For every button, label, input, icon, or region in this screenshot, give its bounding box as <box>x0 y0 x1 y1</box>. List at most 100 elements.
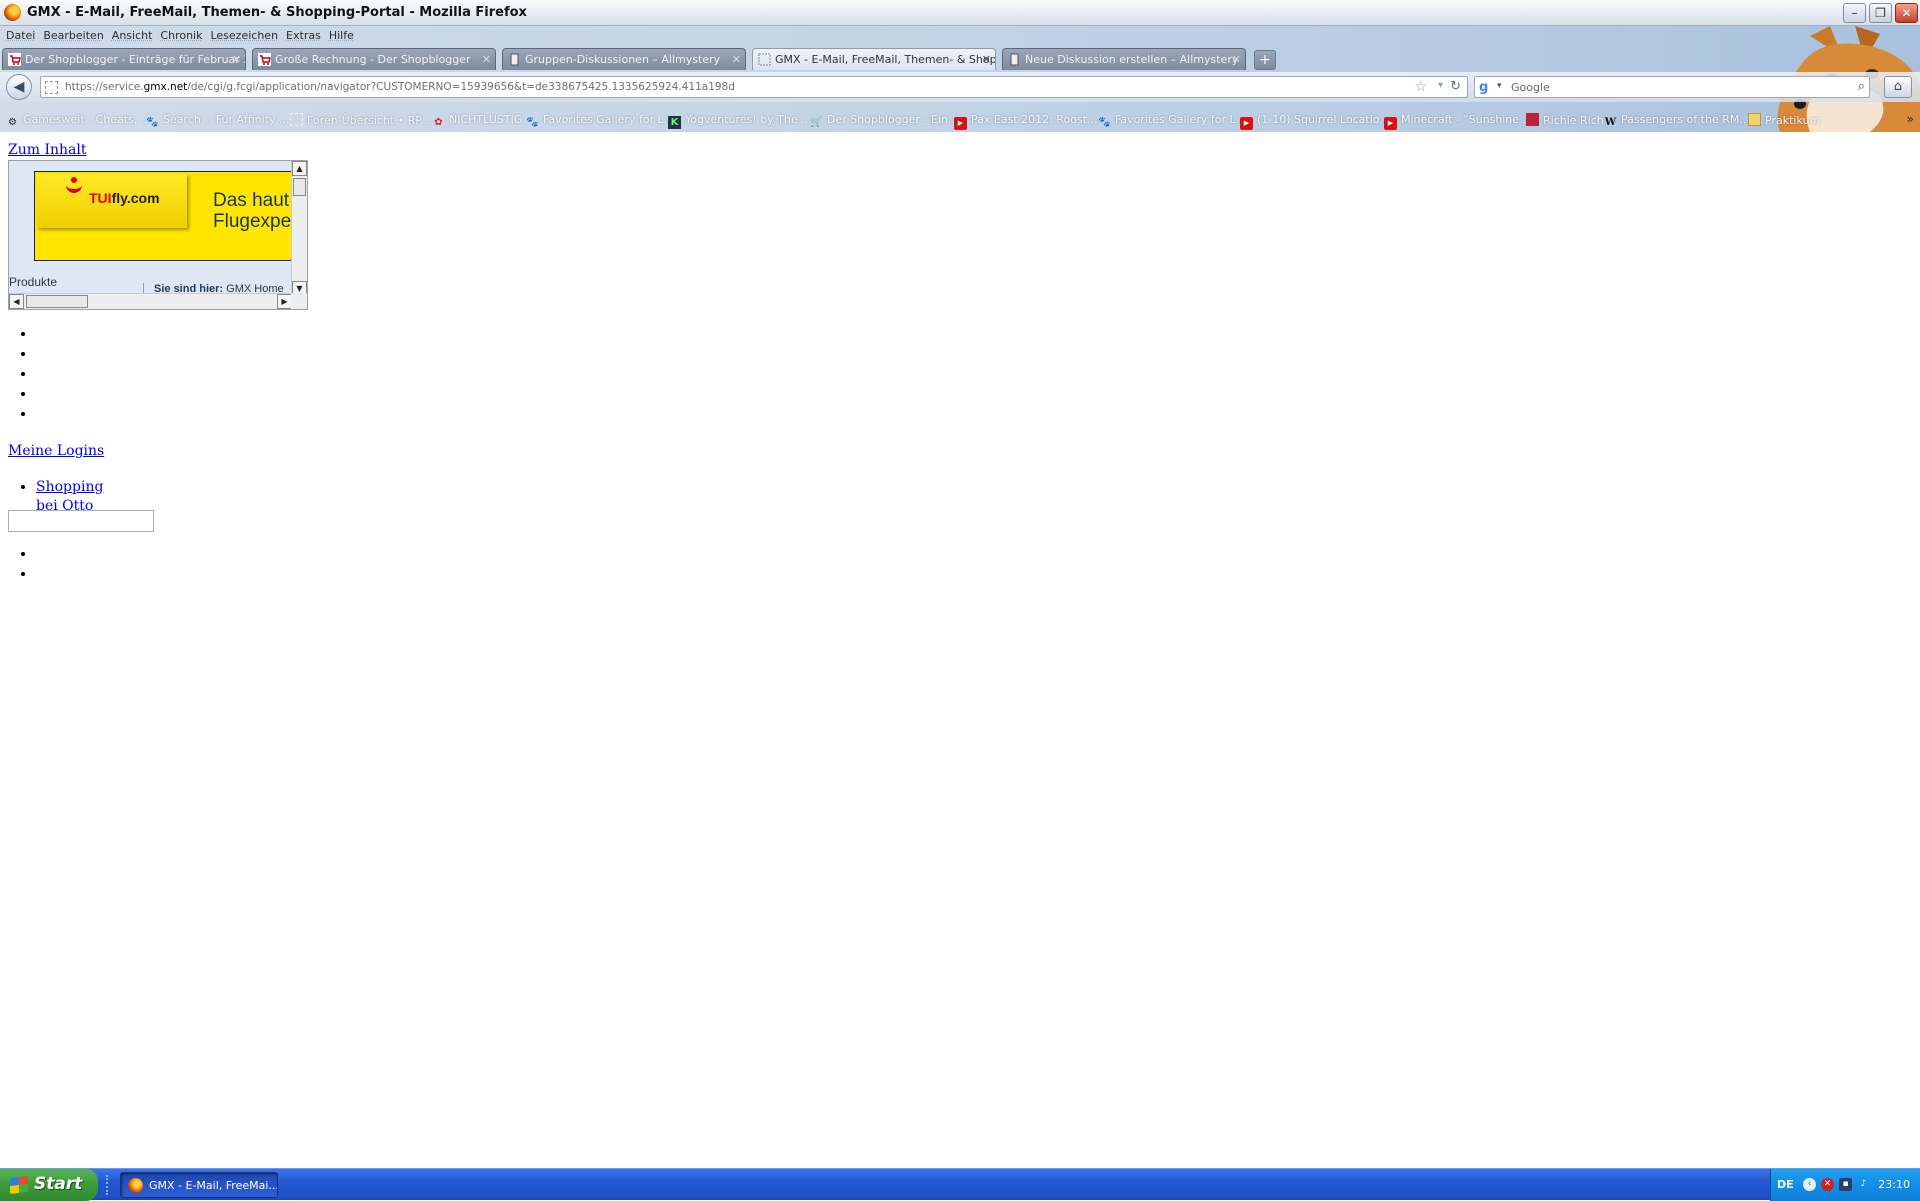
bookmark-pax-east[interactable]: ▶ Pax East 2012: Roost... <box>954 113 1097 130</box>
network-icon[interactable]: ▪ <box>1839 1178 1852 1191</box>
bookmark-favorites-gallery-1[interactable]: 🐾 Favorites Gallery for L... <box>526 113 674 129</box>
folder-icon <box>1748 113 1761 126</box>
tab-close-icon[interactable]: ✕ <box>482 53 491 66</box>
bookmark-folder-praktikum[interactable]: Praktikum <box>1748 113 1820 127</box>
page-icon <box>510 53 519 66</box>
youtube-icon: ▶ <box>1384 117 1397 130</box>
tray-arrow-icon[interactable]: ‹ <box>1803 1178 1816 1191</box>
shopping-list: Shopping bei Otto <box>8 478 116 510</box>
bookmark-fur-affinity[interactable]: 🐾 Search -- Fur Affinity ... <box>146 113 289 129</box>
wikipedia-icon: W <box>1604 117 1617 128</box>
scroll-right-icon[interactable]: ▶ <box>277 294 292 309</box>
page-icon <box>1010 53 1019 66</box>
paw-icon: 🐾 <box>1098 117 1111 128</box>
tuifly-brand: TUIfly.com <box>89 190 160 206</box>
bookmark-nichtlustig[interactable]: ✿ NICHTLUSTIG <box>432 113 522 129</box>
search-bar[interactable]: g ▾ Google ⌕ <box>1474 76 1870 98</box>
page-icon <box>290 113 303 126</box>
minimize-button[interactable]: – <box>1843 3 1866 23</box>
tab-close-icon[interactable]: ✕ <box>1232 53 1241 66</box>
start-button[interactable]: Start <box>0 1169 98 1201</box>
bookmark-passengers[interactable]: W Passengers of the RM... <box>1604 113 1750 129</box>
tab-label: Große Rechnung - Der Shopblogger <box>275 53 471 66</box>
menu-bar: Datei Bearbeiten Ansicht Chronik Lesezei… <box>0 26 1920 46</box>
firefox-icon <box>4 4 21 21</box>
bookmark-gamesweit[interactable]: ⚙ Gamesweit - Cheats, ... <box>6 113 151 129</box>
language-indicator[interactable]: DE <box>1777 1178 1794 1191</box>
bookmark-star-icon[interactable]: ☆ <box>1414 79 1427 95</box>
tab-gruppen-diskussionen[interactable]: Gruppen-Diskussionen – Allmystery ✕ <box>502 48 746 70</box>
site-identity-icon[interactable] <box>45 81 58 94</box>
skip-to-content-link[interactable]: Zum Inhalt <box>8 142 86 158</box>
window-controls: – ❐ ✕ <box>1843 3 1918 23</box>
bookmark-foren-uebersicht[interactable]: Foren-Übersicht • RP... <box>290 113 431 127</box>
vertical-scrollbar[interactable]: ▲ ▼ <box>291 161 307 296</box>
empty-nav-list <box>8 326 36 426</box>
url-dropdown-icon[interactable]: ▾ <box>1438 80 1443 91</box>
new-tab-button[interactable]: + <box>1254 50 1276 70</box>
horizontal-scrollbar[interactable]: ◀ ▶ <box>9 293 292 309</box>
menu-hilfe[interactable]: Hilfe <box>327 26 360 46</box>
tab-shopblogger-februar[interactable]: Der Shopblogger - Einträge für Februar 2… <box>2 48 246 70</box>
bookmarks-toolbar: ⚙ Gamesweit - Cheats, ... 🐾 Search -- Fur … <box>0 110 1920 130</box>
url-bar[interactable]: https://service.gmx.net/de/cgi/g.fcgi/ap… <box>40 76 1468 98</box>
menu-extras[interactable]: Extras <box>284 26 327 46</box>
kickstarter-icon: K <box>668 116 681 129</box>
taskbar-item-firefox[interactable]: GMX - E-Mail, FreeMai... <box>120 1172 278 1198</box>
restore-button[interactable]: ❐ <box>1869 3 1892 23</box>
produkte-label: Produkte <box>9 275 58 289</box>
tuifly-ad-banner[interactable]: TUIfly.com Das haut Flugexpe <box>34 171 292 261</box>
windows-logo-icon <box>10 1176 28 1194</box>
tab-grosse-rechnung[interactable]: Große Rechnung - Der Shopblogger ✕ <box>252 48 496 70</box>
menu-datei[interactable]: Datei <box>4 26 41 46</box>
bookmark-favorites-gallery-2[interactable]: 🐾 Favorites Gallery for L... <box>1098 113 1246 129</box>
page-content: Zum Inhalt TUIfly.com Das haut Flugexpe P… <box>0 132 1920 1162</box>
taskbar-grip[interactable] <box>106 1175 110 1195</box>
search-placeholder: Google <box>1511 81 1550 94</box>
url-text[interactable]: https://service.gmx.net/de/cgi/g.fcgi/ap… <box>65 81 735 93</box>
tab-close-icon[interactable]: ✕ <box>982 53 991 66</box>
bookmark-richie-rich[interactable]: Richie Rich <box>1526 113 1604 127</box>
magnifier-icon[interactable]: ⌕ <box>1858 79 1865 94</box>
cart-icon <box>8 53 21 66</box>
volume-icon[interactable]: ♪ <box>1857 1178 1870 1191</box>
windows-taskbar: Start GMX - E-Mail, FreeMai... DE ‹ ✕ ▪ … <box>0 1168 1920 1201</box>
reload-icon[interactable]: ↻ <box>1450 79 1461 94</box>
vertical-scroll-thumb[interactable] <box>293 178 306 196</box>
home-button[interactable]: ⌂ <box>1884 76 1912 98</box>
list-item: Shopping bei Otto <box>36 478 116 510</box>
tab-close-icon[interactable]: ✕ <box>732 53 741 66</box>
bookmark-shopblogger[interactable]: 🛒 Der Shopblogger - Ein... <box>810 113 958 129</box>
back-button[interactable]: ◀ <box>6 74 32 100</box>
taskbar-item-label: GMX - E-Mail, FreeMai... <box>149 1179 278 1192</box>
youtube-icon: ▶ <box>1240 117 1253 130</box>
bookmark-minecraft-sunshine[interactable]: ▶ Minecraft - "Sunshine ... <box>1384 113 1533 130</box>
tab-label: Gruppen-Diskussionen – Allmystery <box>525 53 721 66</box>
google-icon[interactable]: g <box>1479 80 1494 95</box>
cart-icon <box>258 53 271 66</box>
search-engine-dropdown-icon[interactable]: ▾ <box>1497 81 1502 91</box>
tab-neue-diskussion[interactable]: Neue Diskussion erstellen – Allmystery ✕ <box>1002 48 1246 70</box>
tab-gmx[interactable]: GMX - E-Mail, FreeMail, Themen- & Shopp.… <box>752 48 996 70</box>
bookmarks-overflow-icon[interactable]: » <box>1907 112 1914 126</box>
menu-lesezeichen[interactable]: Lesezeichen <box>208 26 284 46</box>
tab-close-icon[interactable]: ✕ <box>232 53 241 66</box>
tab-label: Der Shopblogger - Einträge für Februar 2… <box>25 53 246 66</box>
bookmark-squirrel-location[interactable]: ▶ (1-10) Squirrel Locatio... <box>1240 113 1390 130</box>
horizontal-scroll-thumb[interactable] <box>26 295 88 308</box>
tui-smile-icon <box>66 183 82 193</box>
clock: 23:10 <box>1878 1178 1910 1191</box>
shopping-bei-otto-link[interactable]: Shopping bei Otto <box>36 478 116 510</box>
bookmark-yogventures[interactable]: K Yogventures! by The ... <box>668 113 812 129</box>
close-window-button[interactable]: ✕ <box>1895 3 1918 23</box>
menu-ansicht[interactable]: Ansicht <box>110 26 159 46</box>
page-search-input[interactable] <box>8 510 154 532</box>
scroll-left-icon[interactable]: ◀ <box>9 294 24 309</box>
window-titlebar: GMX - E-Mail, FreeMail, Themen- & Shoppi… <box>0 0 1920 26</box>
antivirus-icon[interactable]: ✕ <box>1821 1178 1834 1191</box>
scroll-corner <box>291 293 307 309</box>
menu-chronik[interactable]: Chronik <box>158 26 208 46</box>
meine-logins-link[interactable]: Meine Logins <box>8 443 104 459</box>
menu-bearbeiten[interactable]: Bearbeiten <box>41 26 109 46</box>
scroll-up-icon[interactable]: ▲ <box>292 161 307 176</box>
